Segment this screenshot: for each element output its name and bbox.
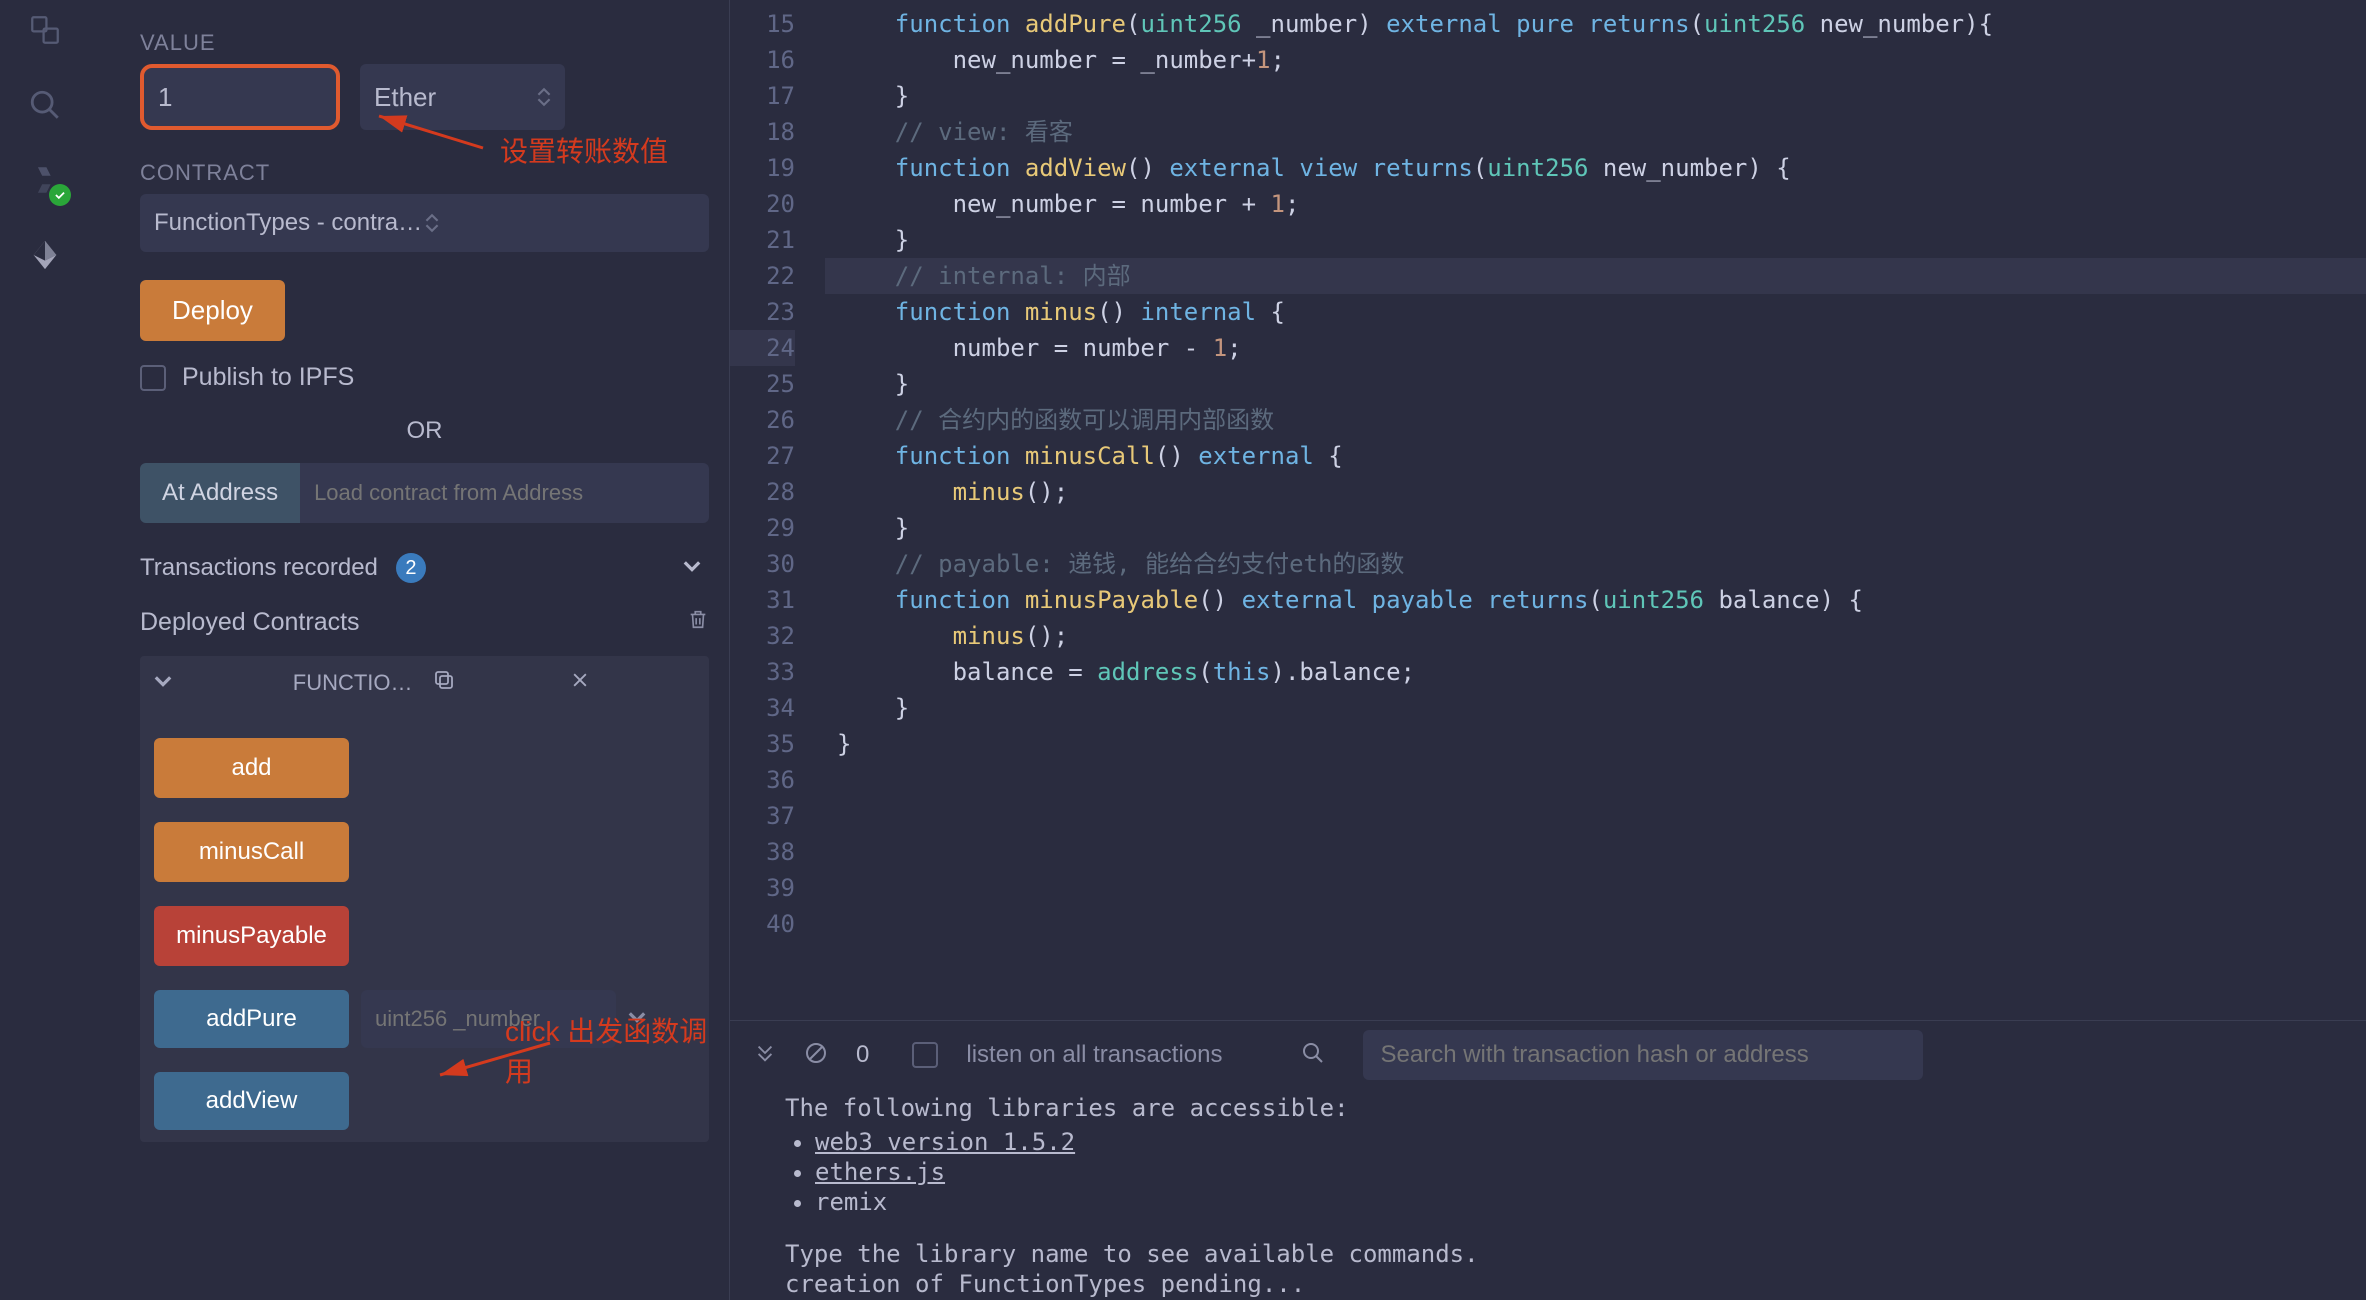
icon-rail: [0, 0, 90, 1300]
value-label: VALUE: [140, 30, 709, 56]
search-icon[interactable]: [25, 85, 65, 125]
listen-all-label: listen on all transactions: [966, 1041, 1222, 1069]
code-editor[interactable]: 1516171819202122232425262728293031323334…: [730, 0, 2366, 1020]
fn-addpure-button[interactable]: addPure: [154, 990, 349, 1048]
contract-selected-label: FunctionTypes - contracts/Function.so: [154, 209, 425, 237]
listen-all-checkbox[interactable]: [912, 1042, 938, 1068]
fn-add-button[interactable]: add: [154, 738, 349, 798]
deployed-contracts-label: Deployed Contracts: [140, 608, 360, 637]
transactions-recorded-row[interactable]: Transactions recorded 2: [140, 553, 709, 583]
terminal-lib-link[interactable]: web3 version 1.5.2: [815, 1128, 1075, 1156]
line-gutter: 1516171819202122232425262728293031323334…: [730, 0, 825, 1020]
at-address-input[interactable]: [300, 463, 709, 523]
terminal-panel: 0 listen on all transactions The followi…: [730, 1020, 2366, 1300]
double-chevron-down-icon[interactable]: [754, 1042, 776, 1069]
unit-selected-label: Ether: [374, 82, 436, 113]
publish-ipfs-label: Publish to IPFS: [182, 363, 354, 392]
deploy-button[interactable]: Deploy: [140, 280, 285, 341]
at-address-button[interactable]: At Address: [140, 463, 300, 523]
transactions-recorded-label: Transactions recorded: [140, 554, 378, 582]
chevron-down-icon: [683, 554, 701, 582]
trash-icon[interactable]: [687, 607, 709, 638]
unit-select[interactable]: Ether: [360, 64, 565, 130]
close-icon[interactable]: [570, 670, 695, 696]
terminal-output[interactable]: The following libraries are accessible: …: [730, 1089, 2366, 1300]
status-success-badge: [49, 184, 71, 206]
contract-select[interactable]: FunctionTypes - contracts/Function.so: [140, 194, 709, 252]
file-explorer-icon[interactable]: [25, 10, 65, 50]
tx-count-badge: 2: [396, 553, 426, 583]
terminal-line: Type the library name to see available c…: [785, 1239, 2311, 1269]
terminal-lib: remix: [815, 1187, 2311, 1217]
select-chevrons-icon: [537, 87, 551, 107]
contract-instance-title: FUNCTIONTYPES AT 0XD91...3913: [293, 670, 418, 696]
terminal-line: The following libraries are accessible:: [785, 1093, 2311, 1123]
fn-addview-button[interactable]: addView: [154, 1072, 349, 1130]
search-icon[interactable]: [1301, 1041, 1325, 1070]
deploy-panel: VALUE Ether 设置转账数值 CONTRACT Funct: [90, 0, 730, 1300]
editor-area: 1516171819202122232425262728293031323334…: [730, 0, 2366, 1300]
terminal-lib-link[interactable]: ethers.js: [815, 1158, 945, 1186]
deploy-run-icon[interactable]: [25, 235, 65, 275]
fn-minuspayable-button[interactable]: minusPayable: [154, 906, 349, 966]
solidity-compiler-icon[interactable]: [25, 160, 65, 200]
or-label: OR: [140, 417, 709, 445]
value-input[interactable]: [140, 64, 340, 130]
pending-tx-count: 0: [856, 1041, 869, 1069]
contract-label: CONTRACT: [140, 160, 709, 186]
code-content[interactable]: function addPure(uint256 _number) extern…: [825, 0, 2366, 1020]
addpure-param-input[interactable]: [361, 990, 616, 1048]
chevron-down-icon[interactable]: [154, 670, 279, 696]
publish-ipfs-checkbox[interactable]: [140, 365, 166, 391]
chevron-down-icon[interactable]: [628, 1008, 646, 1031]
deployed-contract-card: FUNCTIONTYPES AT 0XD91...3913 add minusC…: [140, 656, 709, 1142]
terminal-search-input[interactable]: [1363, 1030, 1923, 1080]
terminal-line: creation of FunctionTypes pending...: [785, 1269, 2311, 1299]
copy-icon[interactable]: [432, 668, 557, 698]
terminal-toolbar: 0 listen on all transactions: [730, 1021, 2366, 1089]
select-chevrons-icon: [425, 213, 696, 233]
fn-minuscall-button[interactable]: minusCall: [154, 822, 349, 882]
ban-icon[interactable]: [804, 1041, 828, 1070]
